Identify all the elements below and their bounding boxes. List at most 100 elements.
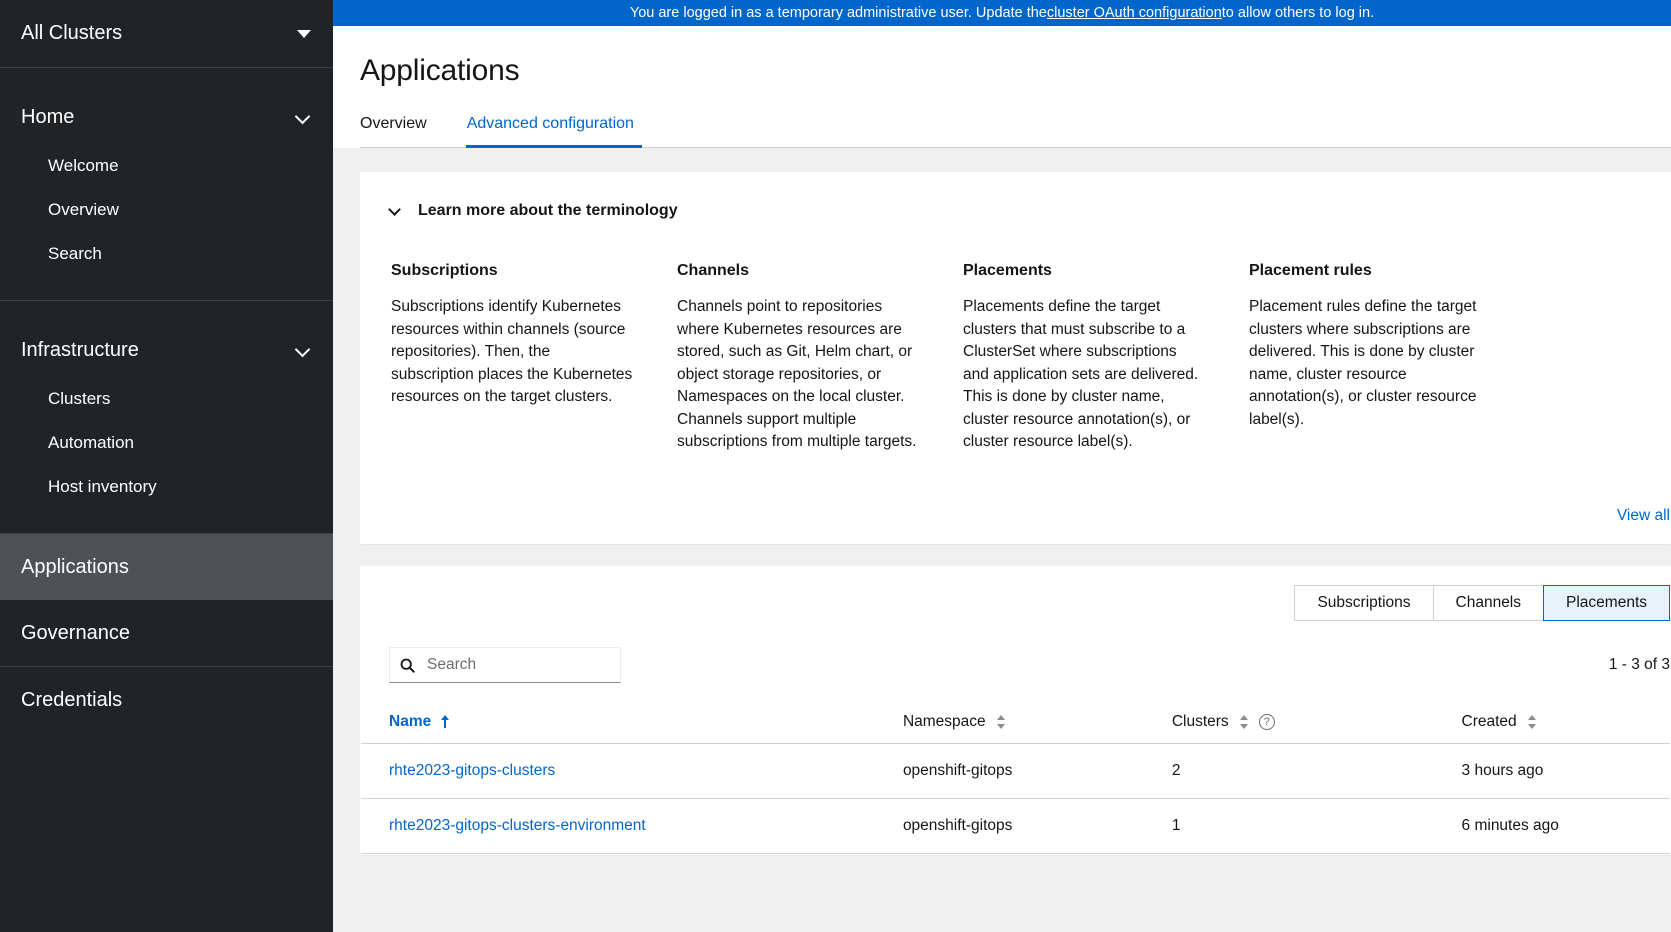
terminology-heading: Channels	[677, 262, 750, 279]
page-content: Learn more about the terminology Subscri…	[333, 148, 1671, 932]
column-header-name[interactable]: Name	[361, 713, 903, 744]
table-toolbar: 1 - 3 of 3	[361, 621, 1670, 683]
sidebar-item-clusters[interactable]: Clusters	[0, 377, 333, 421]
cell-name: rhte2023-gitops-clusters	[361, 743, 903, 799]
sidebar-item-governance[interactable]: Governance	[0, 600, 333, 666]
search-box[interactable]	[389, 647, 621, 683]
cell-name: rhte2023-gitops-clusters-environment	[361, 798, 903, 854]
placements-table: Name Namespace Clusters ? Created rhte20…	[361, 713, 1670, 854]
page-tabs: Overview Advanced configuration	[360, 115, 1671, 148]
sidebar-item-label: Clusters	[48, 389, 111, 408]
column-header-label: Clusters	[1171, 713, 1229, 730]
column-header-label: Name	[389, 713, 432, 730]
view-all-link[interactable]: View all	[1617, 507, 1670, 525]
page-header: Applications Overview Advanced configura…	[333, 26, 1671, 148]
tab-overview[interactable]: Overview	[360, 115, 435, 147]
cluster-selector[interactable]: All Clusters	[0, 0, 333, 68]
placement-link[interactable]: rhte2023-gitops-clusters-environment	[389, 817, 646, 834]
cluster-selector-label: All Clusters	[21, 22, 123, 44]
resources-table-card: Subscriptions Channels Placements Search…	[360, 566, 1671, 855]
terminology-body: Channels point to repositories where Kub…	[677, 298, 917, 450]
help-circle-icon[interactable]: ?	[1258, 714, 1275, 730]
terminology-body: Subscriptions identify Kubernetes resour…	[391, 298, 633, 405]
chevron-down-icon	[297, 110, 311, 124]
terminology-column-placement-rules: Placement rules Placement rules define t…	[1249, 262, 1535, 454]
terminology-toggle-label: Learn more about the terminology	[418, 202, 678, 219]
sidebar-item-applications[interactable]: Applications	[0, 534, 333, 600]
chevron-down-icon	[297, 343, 311, 357]
search-input[interactable]	[425, 655, 595, 675]
column-header-namespace[interactable]: Namespace	[902, 713, 1172, 744]
sidebar-item-label: Automation	[48, 433, 134, 452]
table-head: Name Namespace Clusters ? Created	[361, 713, 1670, 744]
cell-namespace: openshift-gitops	[902, 743, 1172, 799]
terminology-expand-toggle[interactable]: Learn more about the terminology	[361, 195, 1670, 227]
column-header-clusters[interactable]: Clusters ?	[1171, 713, 1462, 744]
sidebar-item-label: Credentials	[21, 688, 123, 711]
sidebar-item-overview[interactable]: Overview	[0, 188, 333, 232]
page-title: Applications	[360, 54, 520, 87]
toggle-button-label: Placements	[1566, 594, 1647, 611]
column-header-label: Namespace	[902, 713, 986, 730]
sidebar-item-label: Welcome	[48, 156, 119, 175]
sidebar-item-host-inventory[interactable]: Host inventory	[0, 465, 333, 509]
terminology-column-channels: Channels Channels point to repositories …	[677, 262, 963, 454]
cell-created: 6 minutes ago	[1461, 798, 1670, 854]
sort-icon[interactable]	[1527, 714, 1537, 730]
sort-icon[interactable]	[996, 714, 1006, 730]
terminology-heading: Placement rules	[1249, 262, 1372, 279]
table-body: rhte2023-gitops-clusters openshift-gitop…	[361, 743, 1670, 854]
nav-group-infrastructure-header[interactable]: Infrastructure	[0, 323, 333, 377]
table-header-row: Name Namespace Clusters ? Created	[361, 713, 1670, 744]
chevron-down-icon	[389, 205, 402, 218]
sort-ascending-icon[interactable]	[441, 714, 452, 730]
resource-type-button-group: Subscriptions Channels Placements	[1294, 585, 1670, 621]
application-root: All Clusters Home Welcome Overview Searc…	[0, 0, 1671, 932]
sort-icon[interactable]	[1239, 714, 1249, 730]
tab-label: Advanced configuration	[466, 115, 634, 132]
column-header-label: Created	[1461, 713, 1517, 730]
search-icon	[400, 658, 415, 673]
primary-sidebar: All Clusters Home Welcome Overview Searc…	[0, 0, 333, 932]
sidebar-item-credentials[interactable]: Credentials	[0, 667, 333, 733]
banner-text-after: to allow others to log in.	[1221, 5, 1375, 21]
caret-down-icon	[297, 29, 311, 38]
table-row: rhte2023-gitops-clusters openshift-gitop…	[361, 743, 1670, 799]
tab-label: Overview	[360, 115, 427, 132]
pagination-summary: 1 - 3 of 3	[1608, 656, 1670, 673]
toggle-subscriptions-button[interactable]: Subscriptions	[1294, 585, 1433, 621]
cell-clusters: 1	[1171, 798, 1462, 854]
column-header-created[interactable]: Created	[1461, 713, 1670, 744]
nav-group-home: Home Welcome Overview Search	[0, 68, 333, 301]
sidebar-item-label: Governance	[21, 621, 130, 644]
cluster-oauth-configuration-link[interactable]: cluster OAuth configuration	[1047, 5, 1222, 21]
terminology-column-subscriptions: Subscriptions Subscriptions identify Kub…	[391, 262, 677, 454]
sidebar-item-search[interactable]: Search	[0, 232, 333, 276]
sidebar-item-label: Host inventory	[48, 477, 157, 496]
sidebar-item-label: Applications	[21, 555, 129, 578]
cell-namespace: openshift-gitops	[902, 798, 1172, 854]
nav-group-home-header[interactable]: Home	[0, 90, 333, 144]
sidebar-item-automation[interactable]: Automation	[0, 421, 333, 465]
terminology-column-placements: Placements Placements define the target …	[963, 262, 1249, 454]
nav-group-infrastructure: Infrastructure Clusters Automation Host …	[0, 301, 333, 534]
tab-advanced-configuration[interactable]: Advanced configuration	[465, 115, 643, 148]
main-region: You are logged in as a temporary adminis…	[333, 0, 1671, 932]
terminology-body: Placements define the target clusters th…	[963, 298, 1199, 450]
temporary-admin-banner: You are logged in as a temporary adminis…	[333, 0, 1671, 26]
resource-type-toolbar: Subscriptions Channels Placements	[361, 567, 1670, 621]
toggle-channels-button[interactable]: Channels	[1432, 585, 1544, 621]
toggle-button-label: Channels	[1455, 594, 1522, 611]
table-row: rhte2023-gitops-clusters-environment ope…	[361, 798, 1670, 854]
nav-group-infrastructure-title: Infrastructure	[21, 338, 139, 361]
sidebar-item-welcome[interactable]: Welcome	[0, 144, 333, 188]
banner-text-before: You are logged in as a temporary adminis…	[629, 5, 1047, 21]
placement-link[interactable]: rhte2023-gitops-clusters	[389, 762, 555, 779]
cell-clusters: 2	[1171, 743, 1462, 799]
terminology-card: Learn more about the terminology Subscri…	[360, 172, 1671, 544]
terminology-heading: Placements	[963, 262, 1052, 279]
toggle-button-label: Subscriptions	[1317, 594, 1411, 611]
terminology-heading: Subscriptions	[391, 262, 498, 279]
toggle-placements-button[interactable]: Placements	[1543, 585, 1670, 621]
terminology-columns: Subscriptions Subscriptions identify Kub…	[361, 227, 1670, 454]
